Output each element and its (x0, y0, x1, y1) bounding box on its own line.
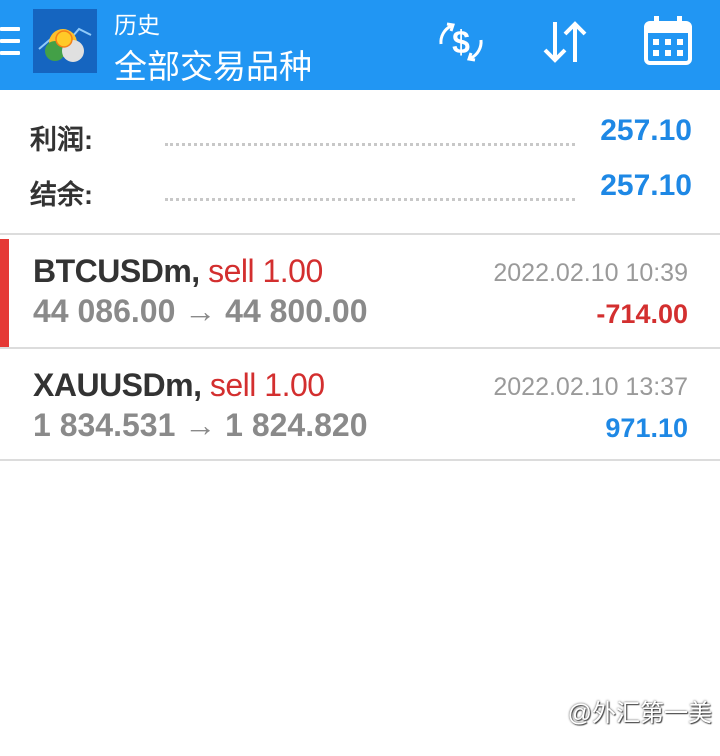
trade-profit: -714.00 (596, 299, 688, 329)
balance-row: 结余: 257.10 (0, 165, 720, 215)
profit-label: 利润: (30, 125, 93, 155)
dotted-leader (165, 198, 575, 201)
divider (0, 459, 720, 461)
menu-icon[interactable] (0, 27, 22, 57)
sort-icon[interactable] (537, 14, 593, 70)
svg-text:$: $ (452, 24, 470, 60)
summary-panel: 利润: 257.10 结余: 257.10 (0, 90, 720, 233)
trade-profit: 971.10 (605, 413, 688, 443)
balance-value: 257.10 (600, 169, 692, 202)
symbol-name: BTCUSDm, (33, 253, 200, 289)
trade-symbol: BTCUSDm, sell 1.00 (33, 253, 323, 290)
currency-exchange-icon[interactable]: $ (433, 14, 489, 70)
balance-label: 结余: (30, 180, 93, 210)
trade-row[interactable]: BTCUSDm, sell 1.00 44 086.00 → 44 800.00… (0, 235, 720, 347)
trade-prices: 44 086.00 → 44 800.00 (33, 293, 368, 329)
top-bar: 历史 全部交易品种 $ (0, 0, 720, 90)
trade-time: 2022.02.10 13:37 (493, 373, 688, 401)
app-logo (33, 9, 97, 73)
trade-prices: 1 834.531 → 1 824.820 (33, 407, 368, 443)
window-title: 历史 (114, 12, 160, 38)
profit-value: 257.10 (600, 114, 692, 147)
dotted-leader (165, 143, 575, 146)
profit-row: 利润: 257.10 (0, 110, 720, 160)
watermark: @外汇第一美 (567, 700, 712, 727)
symbol-filter-title[interactable]: 全部交易品种 (114, 40, 312, 88)
trade-time: 2022.02.10 10:39 (493, 259, 688, 287)
selected-marker (0, 239, 9, 347)
symbol-name: XAUUSDm, (33, 367, 202, 403)
trade-symbol: XAUUSDm, sell 1.00 (33, 367, 325, 404)
trade-side: sell 1.00 (209, 367, 325, 403)
calendar-icon[interactable] (641, 14, 697, 70)
trade-row[interactable]: XAUUSDm, sell 1.00 1 834.531 → 1 824.820… (0, 349, 720, 461)
trade-side: sell 1.00 (208, 253, 323, 289)
